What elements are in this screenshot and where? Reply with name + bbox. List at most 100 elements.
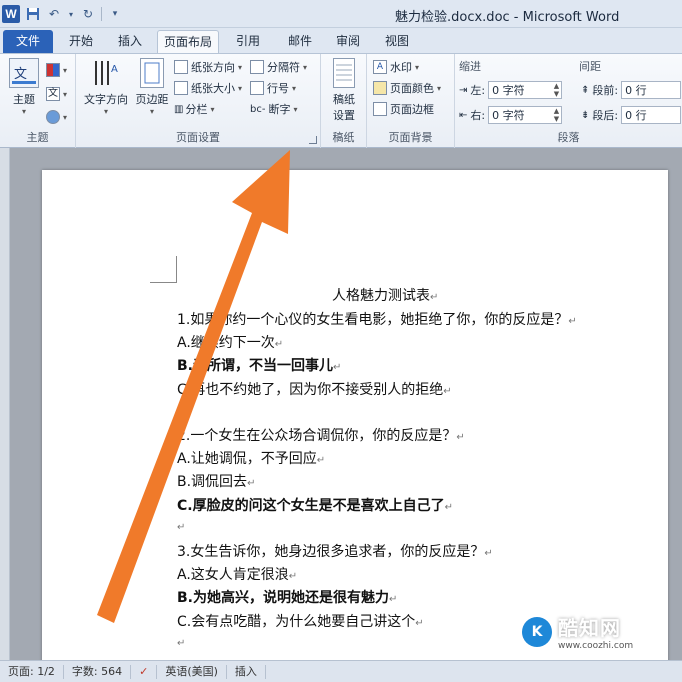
site-watermark: K 酷知网 www.coozhi.com <box>522 612 633 651</box>
paper-size-icon <box>174 81 188 95</box>
breaks-button[interactable]: 分隔符 ▾ <box>250 57 307 77</box>
indent-left-value: 0 字符 <box>492 84 525 97</box>
paragraph-mark-icon: ↵ <box>484 548 493 559</box>
document-line: 1.如果你约一个心仪的女生看电影，她拒绝了你，你的反应是？↵ <box>177 309 577 329</box>
theme-colors-icon <box>46 63 60 77</box>
page-borders-label: 页面边框 <box>390 103 434 116</box>
word-logo-icon[interactable]: W <box>2 5 20 23</box>
customize-qat-icon[interactable]: ▾ <box>107 6 123 22</box>
draft-paper-label-1: 稿纸 <box>333 93 355 106</box>
page-color-icon <box>373 81 387 95</box>
document-line-text: 1.如果你约一个心仪的女生看电影，她拒绝了你，你的反应是？ <box>177 312 569 328</box>
page-setup-dialog-launcher-icon[interactable] <box>309 136 317 144</box>
themes-button[interactable]: 文 主题 ▾ <box>6 58 42 116</box>
status-language[interactable]: 英语(美国) <box>157 664 227 679</box>
chevron-down-icon: ▾ <box>103 107 108 116</box>
document-line-text: B.为她高兴，说明她还是很有魅力 <box>177 590 389 607</box>
theme-colors-button[interactable]: ▾ <box>46 60 67 80</box>
indent-left-input[interactable]: 0 字符 ▲ ▼ <box>488 81 563 99</box>
vertical-ruler[interactable] <box>0 148 10 660</box>
page-borders-button[interactable]: 页面边框 <box>373 99 434 119</box>
document-area[interactable]: 人格魅力测试表↵ 1.如果你约一个心仪的女生看电影，她拒绝了你，你的反应是？↵ A… <box>10 148 682 660</box>
page-color-label: 页面颜色 <box>390 82 434 95</box>
document-line: C.会有点吃醋，为什么她要自己讲这个↵ <box>177 611 424 631</box>
indent-title: 缩进 <box>459 60 481 73</box>
save-icon[interactable] <box>25 6 41 22</box>
tab-review[interactable]: 审阅 <box>328 30 368 54</box>
chevron-down-icon: ▾ <box>210 104 215 114</box>
watermark-button[interactable]: A 水印 ▾ <box>373 57 419 77</box>
text-direction-button[interactable]: A 文字方向 ▾ <box>80 58 132 116</box>
breaks-icon <box>250 60 264 74</box>
spacing-after-value: 0 行 <box>625 109 647 122</box>
watermark-text: 酷知网 www.coozhi.com <box>558 612 633 651</box>
tab-home[interactable]: 开始 <box>62 30 100 54</box>
undo-dropdown-icon[interactable]: ▾ <box>67 6 75 22</box>
undo-icon[interactable]: ↶ <box>46 6 62 22</box>
indent-left-icon: ⇥ <box>459 84 468 96</box>
chevron-down-icon: ▾ <box>415 62 420 72</box>
watermark-name: 酷知网 <box>558 616 621 640</box>
group-label-draft-paper: 稿纸 <box>332 131 355 144</box>
theme-effects-icon <box>46 110 60 124</box>
paragraph-mark-icon: ↵ <box>568 316 577 327</box>
draft-paper-button[interactable]: 稿纸 设置 <box>325 58 363 123</box>
margins-button[interactable]: 页边距 ▾ <box>132 58 172 116</box>
status-insert-mode[interactable]: 插入 <box>227 664 266 679</box>
document-line: ↵ <box>177 518 185 534</box>
document-page[interactable]: 人格魅力测试表↵ 1.如果你约一个心仪的女生看电影，她拒绝了你，你的反应是？↵ A… <box>42 170 668 660</box>
hyphenation-button[interactable]: bc- 断字 ▾ <box>250 99 297 119</box>
theme-fonts-button[interactable]: 文 ▾ <box>46 84 67 104</box>
orientation-button[interactable]: 纸张方向 ▾ <box>174 57 242 77</box>
group-label-page-setup: 页面设置 <box>176 131 220 144</box>
indent-right-input[interactable]: 0 字符 ▲ ▼ <box>488 106 563 124</box>
chevron-down-icon: ▾ <box>149 107 154 116</box>
text-direction-icon: A <box>91 58 121 88</box>
indent-left-row: ⇥ 左: 0 字符 ▲ ▼ <box>459 80 563 100</box>
window-title: 魅力检验.docx.doc - Microsoft Word <box>395 10 620 25</box>
tab-insert[interactable]: 插入 <box>111 30 149 54</box>
theme-effects-button[interactable]: ▾ <box>46 107 67 127</box>
tab-file[interactable]: 文件 <box>3 30 53 54</box>
spacing-after-input[interactable]: 0 行 <box>621 106 682 124</box>
spinner-icon[interactable]: ▲ ▼ <box>554 107 561 123</box>
orientation-label: 纸张方向 <box>191 61 235 74</box>
indent-right-label: 右: <box>470 109 486 122</box>
spacing-title: 间距 <box>579 60 601 73</box>
spacing-after-label: 段后: <box>592 109 619 122</box>
paragraph-mark-icon: ↵ <box>177 405 186 417</box>
redo-icon[interactable]: ↻ <box>80 6 96 22</box>
status-page[interactable]: 页面: 1/2 <box>0 664 64 679</box>
tab-references[interactable]: 引用 <box>228 30 268 54</box>
status-word-count[interactable]: 字数: 564 <box>64 664 132 679</box>
document-line-text: C.厚脸皮的问这个女生是不是喜欢上自己了 <box>177 497 445 514</box>
tab-view[interactable]: 视图 <box>377 30 417 54</box>
document-heading-text: 人格魅力测试表 <box>332 288 430 304</box>
document-line-text: A.让她调侃，不予回应 <box>177 451 317 468</box>
svg-text:A: A <box>111 64 118 75</box>
spinner-icon[interactable]: ▲ ▼ <box>554 82 561 98</box>
tab-mailings[interactable]: 邮件 <box>280 30 320 54</box>
document-line: ↵ <box>177 402 185 418</box>
group-label-page-background: 页面背景 <box>388 131 433 144</box>
group-page-background: A 水印 ▾ 页面颜色 ▾ 页面边框 页面背景 <box>367 54 455 148</box>
chevron-down-icon: ▾ <box>63 89 68 99</box>
document-line-text: 2.一个女生在公众场合调侃你，你的反应是？ <box>177 428 457 444</box>
paragraph-mark-icon: ↵ <box>274 339 284 351</box>
size-button[interactable]: 纸张大小 ▾ <box>174 78 242 98</box>
page-color-button[interactable]: 页面颜色 ▾ <box>373 78 441 98</box>
ribbon: 文 主题 ▾ ▾ 文 ▾ ▾ 主题 A 文字方向 ▾ 页边距 ▾ 纸张方向 ▾ … <box>0 53 682 148</box>
paragraph-mark-icon: ↵ <box>288 571 298 583</box>
proofing-icon[interactable]: ✓ <box>131 664 158 679</box>
indent-left-label: 左: <box>470 84 486 97</box>
draft-paper-label-2: 设置 <box>333 109 355 122</box>
document-line: C.再也不约她了，因为你不接受别人的拒绝↵ <box>177 379 452 399</box>
document-line-text: 3.女生告诉你，她身边很多追求者，你的反应是？ <box>177 544 485 560</box>
tab-page-layout[interactable]: 页面布局 <box>157 30 219 54</box>
spacing-before-input[interactable]: 0 行 <box>621 81 682 99</box>
watermark-logo-icon: K <box>522 616 552 647</box>
columns-button[interactable]: ▥ 分栏 ▾ <box>174 99 214 119</box>
document-line: A.这女人肯定很浪↵ <box>177 564 297 584</box>
breaks-label: 分隔符 <box>267 61 300 74</box>
line-numbers-button[interactable]: 行号 ▾ <box>250 78 296 98</box>
